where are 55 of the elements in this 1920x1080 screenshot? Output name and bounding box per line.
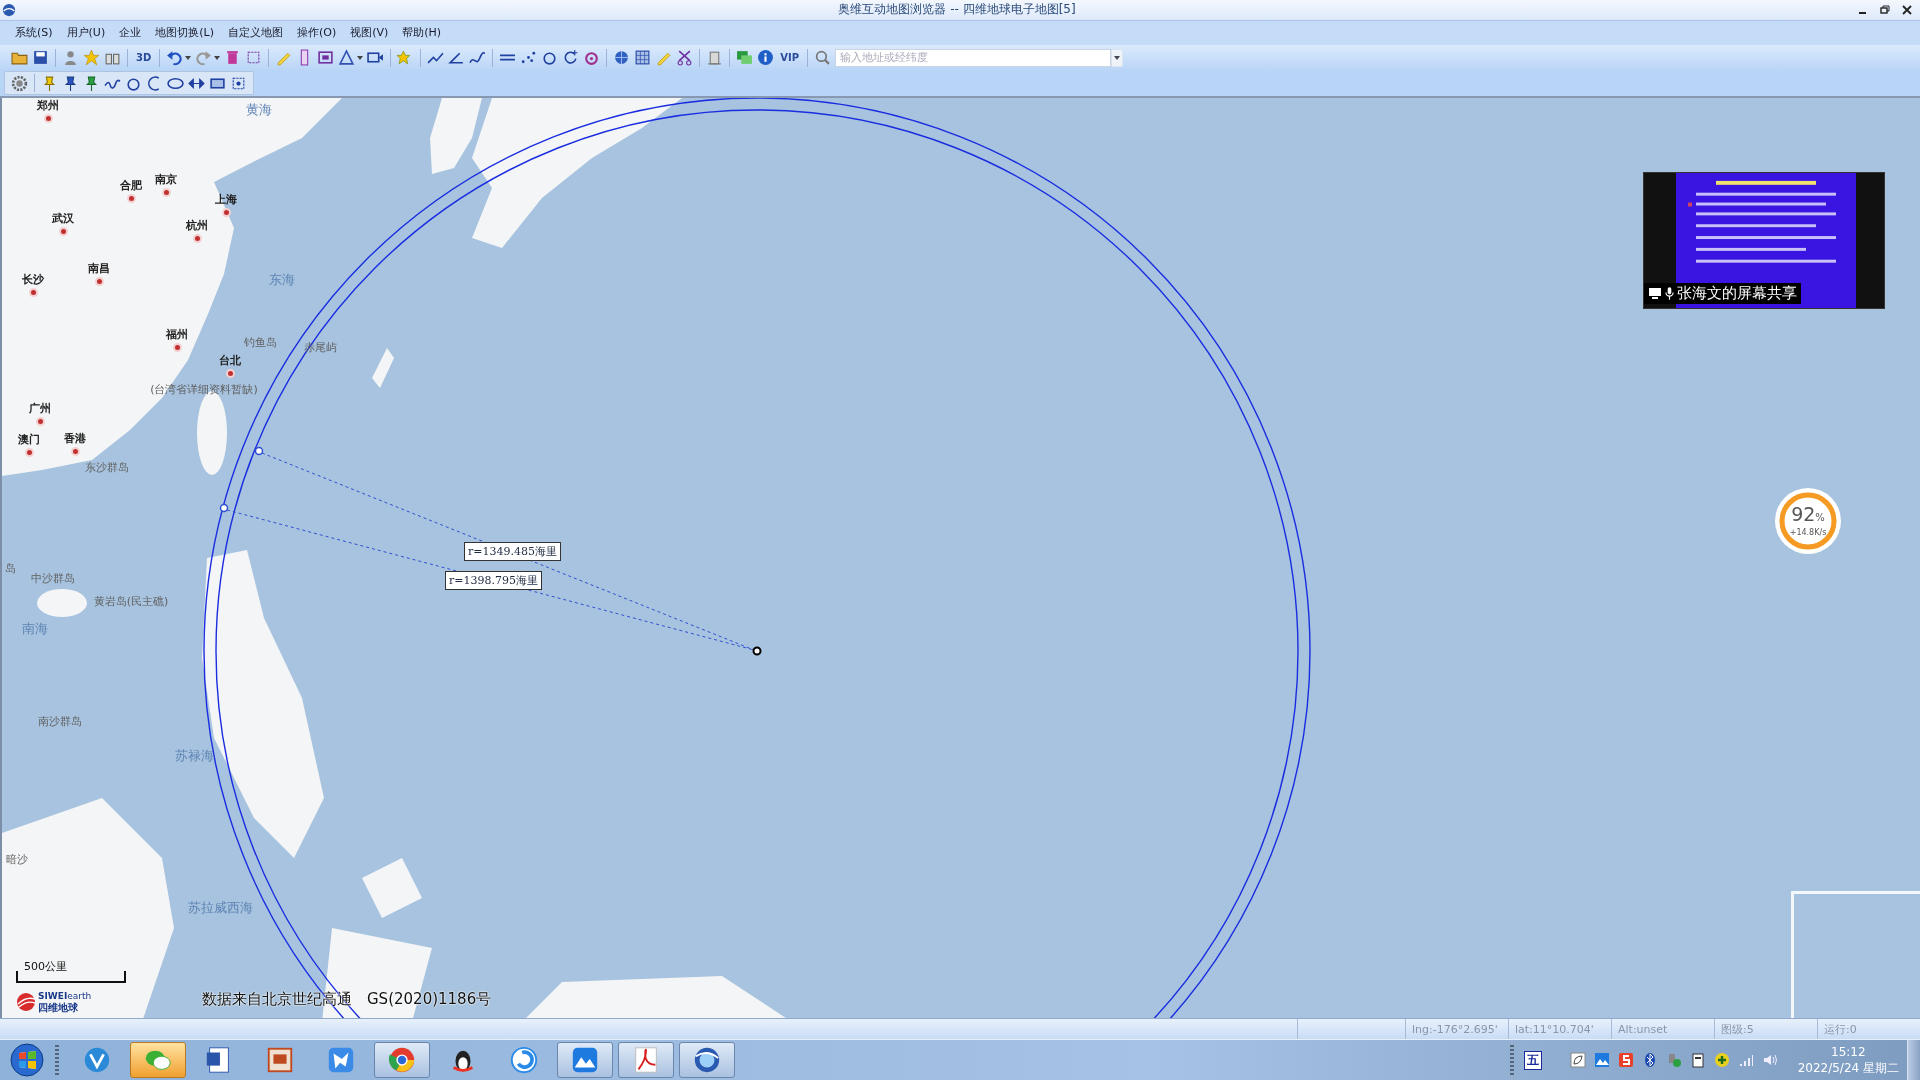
caret-icon[interactable] (357, 55, 364, 60)
clipboard-icon[interactable] (1689, 1052, 1706, 1068)
scissors-icon[interactable] (676, 49, 694, 67)
close-icon[interactable] (1902, 4, 1912, 15)
v-logo-icon (82, 1045, 112, 1075)
menu-item[interactable]: 操作(O) (289, 23, 344, 43)
globe-app-icon (692, 1045, 722, 1075)
clock-date: 2022/5/24 星期二 (1797, 1060, 1899, 1076)
grid-icon[interactable] (634, 49, 652, 67)
person-icon[interactable] (62, 49, 79, 67)
menu-item[interactable]: 地图切换(L) (148, 23, 221, 43)
star-icon[interactable] (83, 49, 100, 67)
globe-icon (2, 2, 16, 17)
input-method-icon[interactable]: 五 (1523, 1050, 1542, 1070)
building-icon[interactable] (706, 49, 724, 67)
start-button[interactable] (9, 1042, 45, 1078)
window-title: 奥维互动地图浏览器 -- 四维地球电子地图[5] (837, 1, 1077, 19)
search-field[interactable]: 输入地址或经纬度 (835, 48, 1112, 67)
mountain-icon[interactable] (1593, 1052, 1610, 1068)
vip-button[interactable]: VIP (778, 52, 802, 64)
caret-icon[interactable] (185, 55, 192, 60)
clock-time: 15:12 (1831, 1044, 1866, 1060)
restore-icon[interactable] (1880, 4, 1890, 15)
menu-item[interactable]: 用户(U) (59, 23, 113, 43)
bird-icon (326, 1045, 356, 1075)
mountain-icon (570, 1045, 600, 1075)
dropdown-button[interactable] (1111, 48, 1124, 67)
menu-item[interactable]: 企业 (112, 23, 149, 43)
pin-icon[interactable] (41, 74, 58, 92)
menu-item[interactable]: 自定义地图 (220, 23, 290, 43)
slides-icon (265, 1045, 295, 1075)
menu-item[interactable]: 帮助(H) (395, 23, 449, 43)
chat-icon[interactable] (736, 49, 754, 67)
search-icon[interactable] (814, 49, 832, 67)
info-icon[interactable] (757, 49, 775, 67)
caret-icon[interactable] (214, 55, 221, 60)
save-icon[interactable] (32, 49, 49, 67)
circle-plus-icon[interactable] (562, 49, 580, 67)
plus-circle-icon[interactable] (1713, 1052, 1730, 1068)
menu-item[interactable]: 视图(V) (343, 23, 396, 43)
leaf-icon[interactable] (1569, 1052, 1586, 1068)
pushpin-icon[interactable] (62, 74, 79, 92)
3d-button[interactable]: 3D (134, 52, 154, 64)
undo-icon[interactable] (166, 49, 184, 67)
marker-pin-icon[interactable] (83, 74, 100, 92)
s-logo-icon[interactable] (1617, 1052, 1634, 1068)
circle-icon[interactable] (541, 49, 559, 67)
globe-icon[interactable] (613, 49, 631, 67)
menu-item[interactable]: 系统(S) (8, 23, 60, 43)
frame-icon[interactable] (317, 49, 335, 67)
ring-icon[interactable] (583, 49, 601, 67)
triangle-icon[interactable] (338, 49, 356, 67)
swirl-icon (509, 1045, 539, 1075)
browser-icon (387, 1045, 417, 1075)
gear-icon[interactable] (11, 74, 28, 92)
